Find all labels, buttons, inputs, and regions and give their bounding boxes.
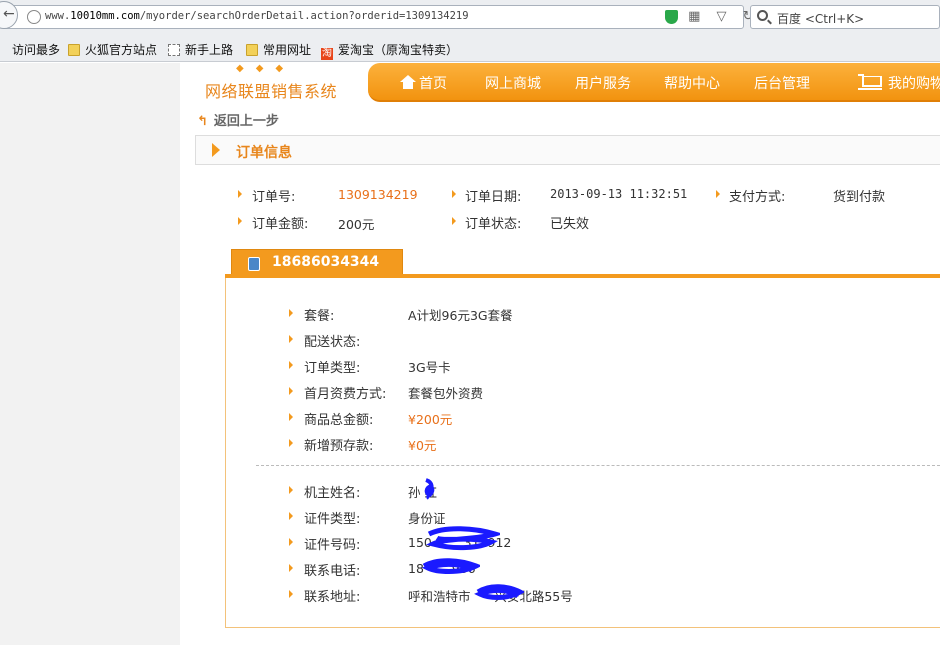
bookmarks-toolbar: 访问最多 火狐官方站点 新手上路 常用网址 淘爱淘宝（原淘宝特卖）: [0, 36, 940, 62]
url-bar-icons[interactable]: ▦ ▽ ↻: [665, 9, 760, 24]
bullet-icon: [289, 361, 293, 369]
bookmark-aitaobao[interactable]: 淘爱淘宝（原淘宝特卖）: [321, 41, 458, 60]
cart-icon: [858, 74, 882, 90]
order-no-label: 订单号:: [252, 190, 296, 205]
amount-value: 200元: [338, 217, 375, 232]
site-name: 网络联盟销售系统: [205, 82, 338, 101]
back-link[interactable]: ↰ 返回上一步: [197, 110, 279, 129]
order-no-value: 1309134219: [338, 187, 418, 202]
gear-icon: [4, 44, 7, 56]
bullet-icon: [289, 387, 293, 395]
detail-label: 套餐:: [304, 309, 335, 324]
taobao-icon: 淘: [321, 48, 333, 60]
amount-label: 订单金额:: [252, 217, 309, 232]
bullet-icon: [289, 309, 293, 317]
nav-help-center[interactable]: 帮助中心: [664, 73, 720, 93]
search-icon: [757, 10, 768, 21]
payment-value: 货到付款: [833, 190, 886, 205]
url-text[interactable]: www.10010mm.com/myorder/searchOrderDetai…: [45, 10, 469, 22]
owner-label: 证件类型:: [304, 512, 361, 527]
bullet-icon: [289, 486, 293, 494]
status-value: 已失效: [550, 217, 590, 232]
bullet-icon: [238, 190, 242, 198]
nav-mall[interactable]: 网上商城: [485, 73, 541, 93]
bullet-icon: [289, 590, 293, 598]
detail-value: ¥0元: [408, 438, 437, 453]
detail-label: 商品总金额:: [304, 413, 374, 428]
bullet-icon: [238, 217, 242, 225]
phone-tab[interactable]: 18686034344: [231, 249, 403, 276]
detail-label: 订单类型:: [304, 361, 361, 376]
nav-user-service[interactable]: 用户服务: [575, 73, 631, 93]
detail-label: 配送状态:: [304, 335, 361, 350]
return-icon: ↰: [197, 114, 208, 129]
arrow-left-icon: ←: [3, 6, 15, 22]
status-label: 订单状态:: [465, 217, 522, 232]
bookmark-common-sites[interactable]: 常用网址: [246, 41, 311, 58]
sim-card-icon: [248, 257, 260, 271]
detail-label: 新增预存款:: [304, 439, 374, 454]
bullet-icon: [289, 335, 293, 343]
owner-label: 联系地址:: [304, 590, 361, 605]
bullet-icon: [716, 190, 720, 198]
phone-number: 18686034344: [272, 254, 380, 270]
bullet-icon: [289, 564, 293, 572]
bullet-icon: [452, 190, 456, 198]
search-placeholder: 百度 <Ctrl+K>: [777, 12, 865, 26]
detail-value: ¥200元: [408, 412, 453, 427]
section-header: 订单信息: [195, 135, 940, 165]
payment-label: 支付方式:: [729, 190, 786, 205]
browser-toolbar: www.10010mm.com/myorder/searchOrderDetai…: [0, 0, 940, 36]
redaction-scribble: [421, 558, 480, 574]
page-icon: [168, 44, 180, 56]
folder-icon: [68, 44, 80, 56]
shield-icon[interactable]: [665, 9, 678, 24]
nav-admin[interactable]: 后台管理: [754, 73, 810, 93]
page-left-margin: [0, 63, 180, 645]
main-nav: 首页 网上商城 用户服务 帮助中心 后台管理 我的购物: [368, 63, 940, 102]
owner-label: 联系电话:: [304, 564, 361, 579]
bullet-icon: [289, 512, 293, 520]
owner-label: 证件号码:: [304, 538, 361, 553]
detail-value: A计划96元3G套餐: [408, 308, 513, 323]
divider: [256, 465, 940, 466]
home-icon: [400, 75, 416, 89]
detail-value: 套餐包外资费: [408, 386, 484, 401]
detail-label: 首月资费方式:: [304, 387, 387, 402]
bullet-icon: [289, 439, 293, 447]
address-bar[interactable]: www.10010mm.com/myorder/searchOrderDetai…: [2, 5, 754, 29]
redaction-scribble: [426, 526, 500, 551]
bookmark-getting-started[interactable]: 新手上路: [168, 41, 233, 58]
order-date-value: 2013-09-13 11:32:51: [550, 187, 688, 201]
nav-home[interactable]: 首页: [400, 73, 447, 93]
detail-value: 3G号卡: [408, 360, 451, 375]
bullet-icon: [289, 538, 293, 546]
bullet-icon: [452, 217, 456, 225]
globe-icon: [27, 10, 41, 24]
folder-icon: [246, 44, 258, 56]
redaction-scribble: [424, 478, 435, 500]
order-date-label: 订单日期:: [465, 190, 522, 205]
redaction-scribble: [474, 584, 524, 600]
search-input[interactable]: 百度 <Ctrl+K>: [750, 5, 940, 29]
logo-icon: ◆◆◆: [236, 63, 296, 74]
bookmark-firefox-site[interactable]: 火狐官方站点: [68, 41, 157, 58]
arrow-right-icon: [212, 143, 220, 157]
nav-my-cart[interactable]: 我的购物: [858, 73, 940, 93]
bookmark-most-visited[interactable]: 访问最多: [4, 41, 60, 58]
bullet-icon: [289, 413, 293, 421]
section-title: 订单信息: [236, 145, 292, 161]
owner-label: 机主姓名:: [304, 486, 361, 501]
